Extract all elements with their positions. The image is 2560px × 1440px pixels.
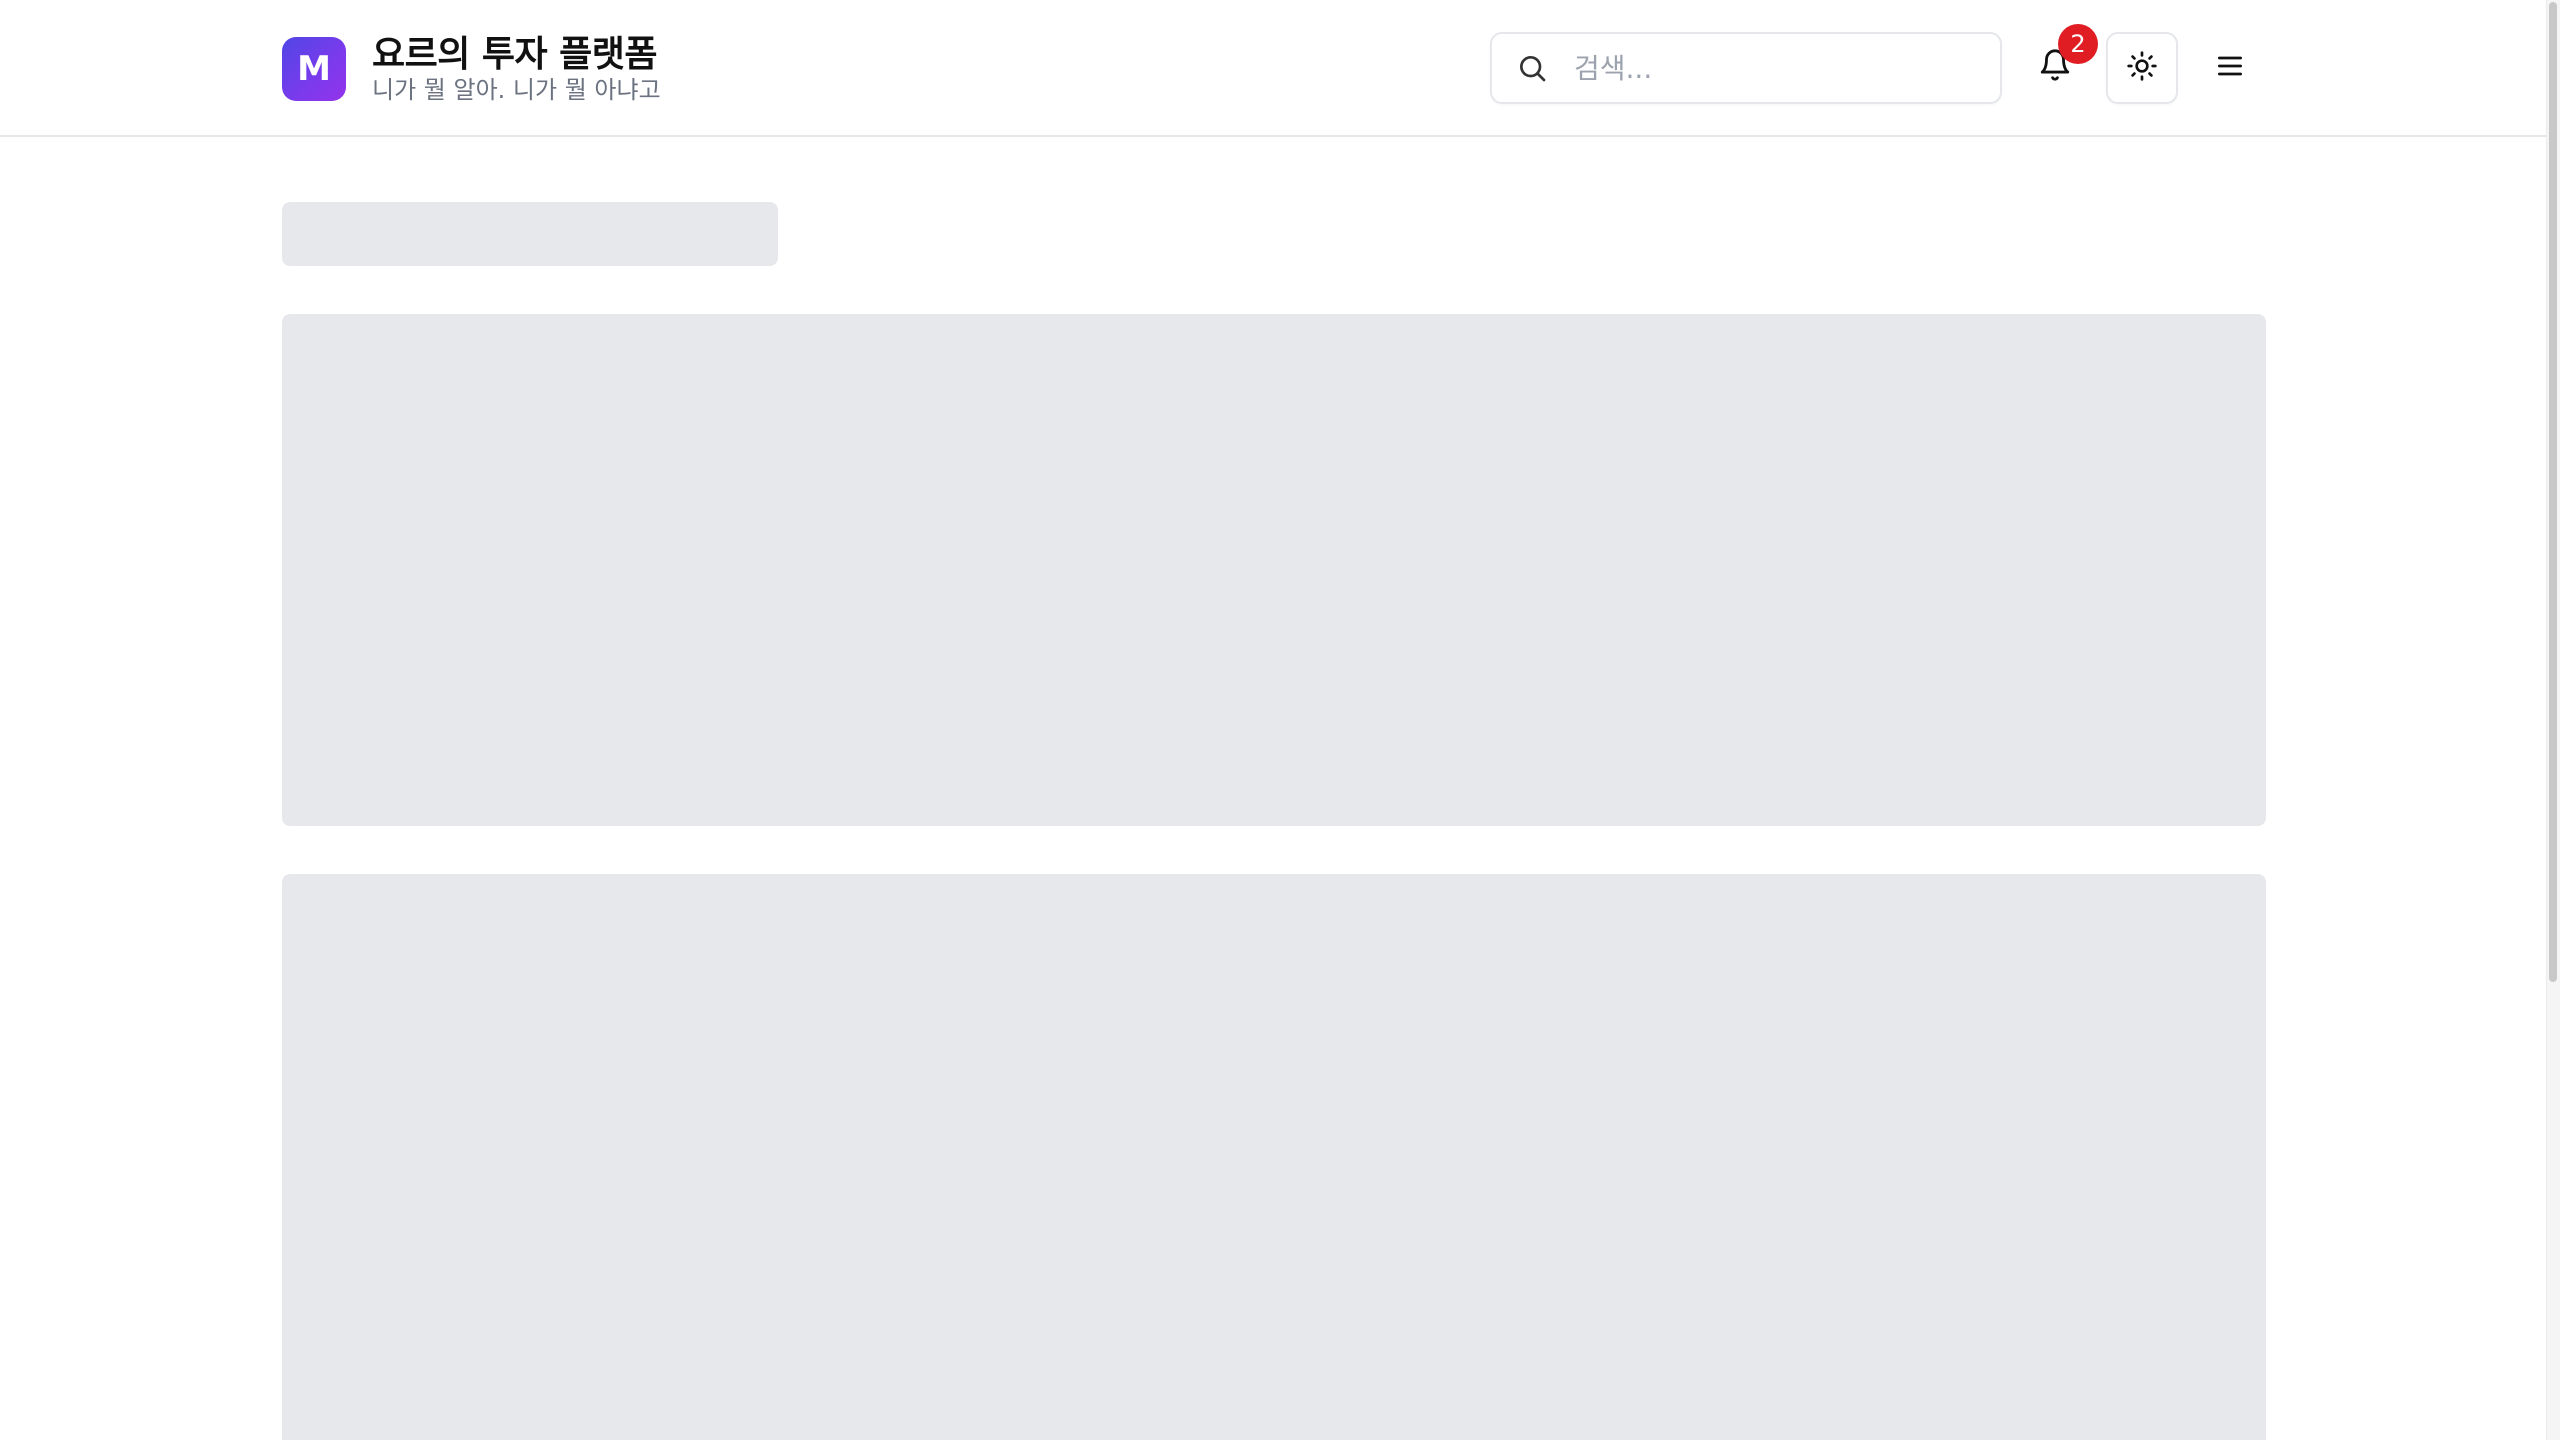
app-title: 요르의 투자 플랫폼	[372, 34, 658, 75]
search-box[interactable]	[1490, 32, 2002, 104]
top-header: M 요르의 투자 플랫폼 니가 뭘 알아. 니가 뭘 아냐고 검색... 2	[0, 0, 2546, 137]
logo[interactable]: M	[282, 37, 346, 101]
sun-icon	[2126, 50, 2158, 86]
skeleton-title-placeholder	[282, 202, 778, 266]
theme-toggle-button[interactable]	[2106, 32, 2178, 104]
skeleton-card-placeholder	[282, 874, 2266, 1440]
search-icon	[1516, 52, 1548, 84]
app-subtitle: 니가 뭘 알아. 니가 뭘 아냐고	[372, 76, 661, 104]
skeleton-card-placeholder	[282, 314, 2266, 826]
hamburger-menu-icon	[2214, 50, 2246, 86]
brand[interactable]: M 요르의 투자 플랫폼 니가 뭘 알아. 니가 뭘 아냐고	[282, 34, 661, 104]
scrollbar-thumb[interactable]	[2549, 2, 2557, 982]
search-input[interactable]	[1574, 38, 1974, 98]
app-viewport: M 요르의 투자 플랫폼 니가 뭘 알아. 니가 뭘 아냐고 검색... 2	[0, 0, 2560, 1440]
brand-text: 요르의 투자 플랫폼 니가 뭘 알아. 니가 뭘 아냐고	[372, 34, 661, 104]
menu-button[interactable]	[2208, 44, 2252, 92]
notification-badge: 2	[2058, 24, 2098, 64]
